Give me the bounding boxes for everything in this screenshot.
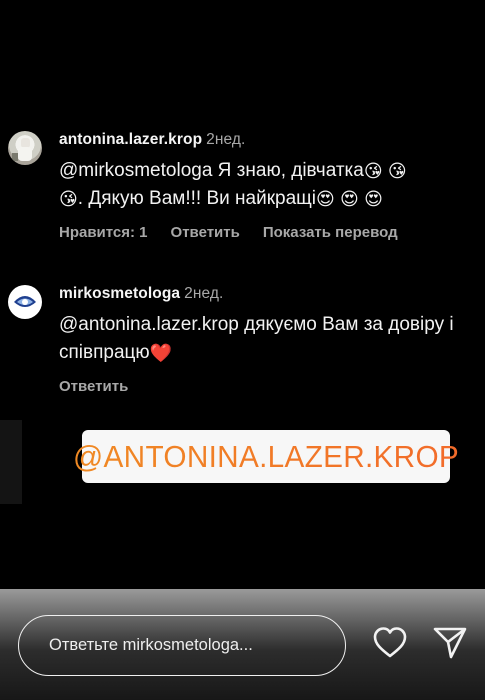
- reply-input[interactable]: Ответьте mirkosmetologa...: [18, 615, 346, 676]
- comment-text: @antonina.lazer.krop дякуємо Вам за дові…: [59, 311, 477, 367]
- kiss-emoji: 😘: [59, 188, 78, 209]
- timestamp: 2нед.: [206, 131, 246, 148]
- comment-text-part: @mirkosmetologa Я знаю, дівчатка: [59, 160, 364, 181]
- avatar[interactable]: [8, 285, 42, 319]
- reply-button[interactable]: Ответить: [171, 224, 240, 241]
- comment-text-part: @antonina.lazer.krop дякуємо Вам за дові…: [59, 314, 454, 363]
- username[interactable]: mirkosmetologa: [59, 285, 180, 302]
- comment-meta: antonina.lazer.krop 2нед.: [59, 131, 477, 149]
- paper-plane-icon[interactable]: [432, 625, 468, 661]
- heart-eyes-emoji: 😍: [316, 188, 335, 209]
- show-translation-button[interactable]: Показать перевод: [263, 224, 398, 241]
- username[interactable]: antonina.lazer.krop: [59, 131, 202, 148]
- mention-text: @ANTONINA.LAZER.KROP: [72, 438, 460, 474]
- side-strip: [0, 420, 22, 504]
- heart-outline-icon[interactable]: [372, 625, 408, 661]
- reply-placeholder: Ответьте mirkosmetologa...: [49, 636, 253, 654]
- comment-text-part: . Дякую Вам!!! Ви найкращі: [77, 188, 316, 209]
- reply-button[interactable]: Ответить: [59, 378, 128, 395]
- likes-count[interactable]: Нравится: 1: [59, 224, 148, 241]
- kiss-emoji: 😘: [363, 160, 383, 181]
- story-footer: Ответьте mirkosmetologa...: [0, 589, 485, 700]
- red-heart-emoji: ❤️: [149, 342, 173, 363]
- mention-sticker[interactable]: @ANTONINA.LAZER.KROP: [73, 430, 459, 483]
- heart-eyes-emoji: 😍: [340, 188, 359, 209]
- avatar[interactable]: [8, 131, 42, 165]
- comment-body: antonina.lazer.krop 2нед. @mirkosmetologa…: [59, 131, 477, 242]
- heart-eyes-emoji: 😍: [364, 188, 383, 209]
- comment-meta: mirkosmetologa 2нед.: [59, 285, 477, 303]
- timestamp: 2нед.: [184, 285, 224, 302]
- comment-actions: Ответить: [59, 378, 477, 396]
- comment-body: mirkosmetologa 2нед. @antonina.lazer.krop…: [59, 285, 477, 396]
- comment-text: @mirkosmetologa Я знаю, дівчатка😘 😘 😘. Д…: [59, 157, 477, 213]
- kiss-emoji: 😘: [387, 160, 407, 181]
- comment-actions: Нравится: 1 Ответить Показать перевод: [59, 224, 477, 242]
